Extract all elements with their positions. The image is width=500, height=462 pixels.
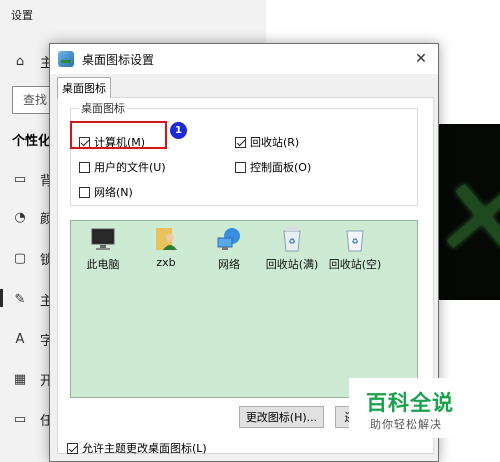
group-label: 桌面图标 [79, 100, 127, 116]
allow-themes-checkbox[interactable]: 允许主题更改桌面图标(L) [67, 440, 207, 456]
change-icon-button[interactable]: 更改图标(H)... [239, 406, 324, 428]
desktop-settings-app-icon [58, 51, 74, 67]
recycle-bin-full-icon: ♻ [278, 225, 306, 253]
recycle-bin-empty-icon: ♻ [341, 225, 369, 253]
settings-title: 设置 [11, 9, 33, 22]
checkbox-box[interactable] [79, 186, 90, 198]
home-icon: ⌂ [15, 54, 25, 69]
wallpaper-x-graphic: ✕ [437, 154, 500, 282]
icon-preview-list[interactable]: 此电脑 zxb 网络 ♻ 回收站(满) ♻ 回收站(空) [70, 220, 418, 398]
network-icon [215, 225, 243, 253]
section-title: 个性化 [12, 134, 52, 149]
checkbox-label: 用户的文件(U) [94, 161, 166, 174]
svg-text:♻: ♻ [288, 237, 295, 246]
sidebar-item-background[interactable]: ▭ 背 [12, 170, 53, 189]
checkbox-box[interactable] [235, 136, 246, 148]
close-icon: ✕ [415, 51, 427, 67]
sidebar-item-themes[interactable]: ✎ 主 [12, 290, 53, 309]
user-folder-icon [152, 225, 180, 253]
icon-label: 网络 [218, 258, 240, 271]
checkbox-box[interactable] [67, 442, 78, 454]
checkbox-label: 回收站(R) [250, 136, 300, 149]
palette-icon: ◔ [14, 210, 26, 225]
step-badge: 1 [170, 122, 187, 139]
highlight-box [70, 121, 167, 149]
computer-icon [89, 225, 117, 253]
recycle-bin-checkbox[interactable]: 回收站(R) [235, 134, 299, 150]
active-indicator [0, 289, 3, 307]
font-icon: A [15, 332, 25, 347]
lockscreen-icon: ▢ [13, 251, 27, 266]
dialog-title: 桌面图标设置 [82, 52, 155, 67]
sidebar-item-fonts[interactable]: A 字 [12, 330, 53, 349]
sidebar-item-start[interactable]: ▦ 开 [12, 370, 53, 389]
control-panel-checkbox[interactable]: 控制面板(O) [235, 159, 311, 175]
theme-icon: ✎ [14, 292, 26, 307]
sidebar-item-lockscreen[interactable]: ▢ 锁 [12, 249, 53, 268]
dialog-titlebar[interactable]: 桌面图标设置 ✕ [50, 44, 438, 74]
list-item[interactable]: zxb [134, 225, 198, 269]
checkbox-box[interactable] [235, 161, 246, 173]
tab-desktop-icons[interactable]: 桌面图标 [57, 77, 111, 98]
watermark-subtitle: 助你轻松解决 [370, 418, 442, 431]
list-item[interactable]: ♻ 回收站(满) [260, 225, 324, 272]
checkbox-label: 允许主题更改桌面图标(L) [82, 442, 207, 455]
watermark: 百科全说 助你轻松解决 [349, 378, 467, 438]
svg-text:♻: ♻ [351, 237, 358, 246]
wallpaper-preview: ✕ [437, 124, 500, 300]
taskbar-icon: ▭ [13, 412, 27, 427]
icon-label: 此电脑 [86, 258, 120, 271]
image-icon: ▭ [13, 172, 27, 187]
icon-label: 回收站(空) [328, 258, 382, 271]
sidebar-item-taskbar[interactable]: ▭ 任 [12, 410, 53, 429]
icon-label: zxb [156, 256, 176, 269]
sidebar-item-colors[interactable]: ◔ 颜 [12, 208, 53, 227]
user-files-checkbox[interactable]: 用户的文件(U) [79, 159, 166, 175]
watermark-title: 百科全说 [366, 391, 454, 415]
start-icon: ▦ [13, 372, 27, 387]
checkbox-box[interactable] [79, 161, 90, 173]
list-item[interactable]: ♻ 回收站(空) [323, 225, 387, 272]
sidebar-item-home[interactable]: ⌂ 主 [12, 52, 53, 71]
checkbox-label: 网络(N) [94, 186, 133, 199]
icon-label: 回收站(满) [265, 258, 319, 271]
checkbox-label: 控制面板(O) [250, 161, 312, 174]
list-item[interactable]: 网络 [197, 225, 261, 272]
list-item[interactable]: 此电脑 [71, 225, 135, 272]
network-checkbox[interactable]: 网络(N) [79, 184, 133, 200]
close-button[interactable]: ✕ [404, 44, 438, 74]
